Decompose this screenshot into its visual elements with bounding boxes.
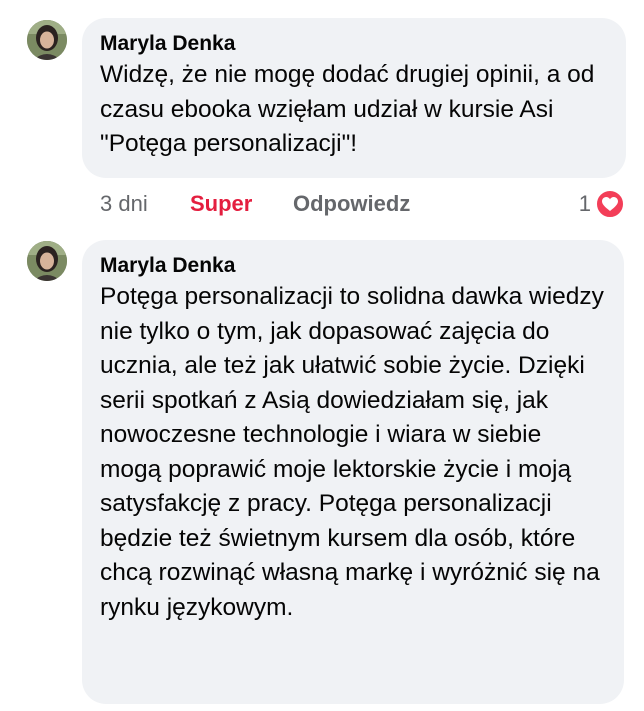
comment-bubble: Maryla Denka Widzę, że nie mogę dodać dr… <box>82 18 626 178</box>
profile-photo-icon <box>27 241 67 281</box>
comment-author[interactable]: Maryla Denka <box>100 252 606 280</box>
profile-photo-icon <box>27 20 67 60</box>
reply-button[interactable]: Odpowiedz <box>293 186 410 222</box>
reaction-summary[interactable]: 1 <box>579 186 625 222</box>
comments-page: Maryla Denka Widzę, że nie mogę dodać dr… <box>0 0 644 711</box>
heart-icon <box>595 189 625 219</box>
comment-text: Potęga personalizacji to solidna dawka w… <box>100 283 604 621</box>
reaction-count: 1 <box>578 191 591 216</box>
avatar[interactable] <box>27 241 67 281</box>
comment-bubble: Maryla Denka Potęga personalizacji to so… <box>82 240 624 704</box>
comment-author[interactable]: Maryla Denka <box>100 30 608 58</box>
comment-actions: 3 dni Super Odpowiedz 1 <box>100 186 625 222</box>
comment-text: Widzę, że nie mogę dodać drugiej opinii,… <box>100 61 595 157</box>
comment-timestamp[interactable]: 3 dni <box>100 186 148 222</box>
avatar[interactable] <box>27 20 67 60</box>
like-button[interactable]: Super <box>190 186 252 222</box>
